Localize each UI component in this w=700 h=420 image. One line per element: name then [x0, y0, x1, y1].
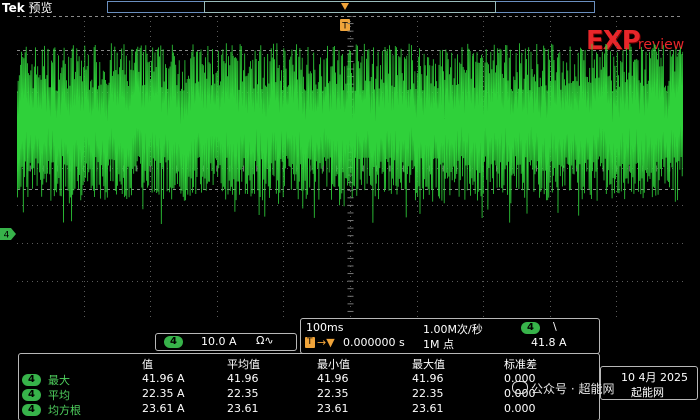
brand-logo: Tek: [2, 1, 25, 15]
ch4-badge: 4: [164, 336, 183, 348]
trigger-position: 0.000000 s: [343, 336, 405, 349]
watermark: 公众号 · 超能网: [512, 380, 614, 397]
date-subtext: 起能网: [631, 386, 664, 399]
ch4-marker-label: 4: [4, 231, 10, 241]
trigger-arrow-icon: →▼: [317, 336, 335, 349]
record-length: 1M 点: [423, 338, 454, 351]
col-header-mean: 平均值: [227, 358, 260, 371]
row-max: 23.61: [412, 402, 444, 415]
dc-coupling-bandwidth-icon: Ω∿: [256, 334, 274, 347]
row-value: 41.96 A: [142, 372, 185, 385]
row-min: 22.35: [317, 387, 349, 400]
mode-label: 预览: [28, 1, 53, 15]
ch4-ground-marker[interactable]: 4: [0, 227, 17, 241]
col-header-max: 最大值: [412, 358, 445, 371]
row-max: 22.35: [412, 387, 444, 400]
row-name: 平均: [48, 389, 70, 402]
row-name: 最大: [48, 374, 70, 387]
row-mean: 41.96: [227, 372, 259, 385]
date-text: 10 4月 2025: [621, 371, 688, 384]
row-std: 0.000: [504, 402, 536, 415]
record-overview-bar[interactable]: [107, 1, 595, 13]
row-value: 23.61 A: [142, 402, 185, 415]
row-min: 23.61: [317, 402, 349, 415]
trigger-level: 41.8 A: [531, 336, 567, 349]
row-mean: 23.61: [227, 402, 259, 415]
trigger-source-badge: 4: [521, 322, 540, 334]
trigger-t-small-icon: T: [305, 337, 315, 348]
sample-rate: 1.00M次/秒: [423, 323, 483, 336]
row-mean: 22.35: [227, 387, 259, 400]
row-min: 41.96: [317, 372, 349, 385]
row-channel-badge: 4: [22, 404, 41, 416]
brand-header: Tek 预览: [2, 0, 53, 16]
row-name: 均方根: [48, 404, 81, 417]
row-channel-badge: 4: [22, 374, 41, 386]
timebase-trigger-readout[interactable]: 100ms 1.00M次/秒 4 \ T →▼ 0.000000 s 1M 点 …: [300, 318, 600, 354]
row-channel-badge: 4: [22, 389, 41, 401]
horizontal-scale: 100ms: [306, 321, 344, 334]
col-header-value: 值: [142, 358, 153, 371]
col-header-min: 最小值: [317, 358, 350, 371]
trigger-arrow-icon: [341, 3, 349, 10]
row-max: 41.96: [412, 372, 444, 385]
trigger-slope-falling-icon: \: [553, 320, 557, 333]
oscilloscope-screen: Tek 预览 T EXPreview 4 4 10.0 A Ω∿ 100ms 1…: [0, 0, 700, 420]
ch4-scale-readout[interactable]: 4 10.0 A Ω∿: [155, 333, 297, 351]
ch4-vertical-scale: 10.0 A: [201, 335, 237, 348]
waveform-display[interactable]: [17, 16, 683, 319]
col-header-std: 标准差: [504, 358, 537, 371]
row-value: 22.35 A: [142, 387, 185, 400]
date-readout: 10 4月 2025 起能网: [600, 366, 698, 400]
wechat-icon: [512, 381, 528, 394]
watermark-text: 公众号 · 超能网: [531, 382, 615, 396]
